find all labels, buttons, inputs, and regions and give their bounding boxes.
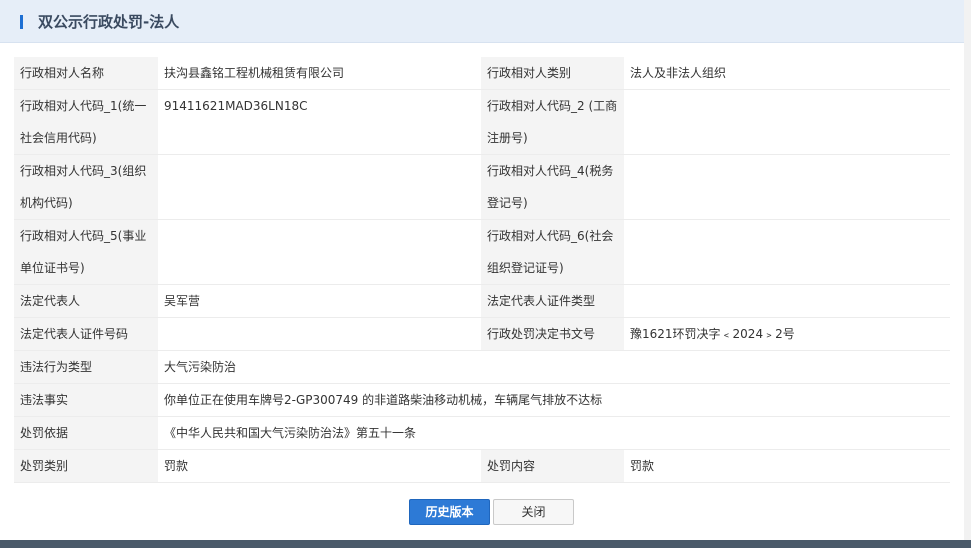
table-row: 行政相对人代码_5(事业单位证书号) 行政相对人代码_6(社会组织登记证号) (14, 219, 950, 285)
info-table: 行政相对人名称 扶沟县鑫铭工程机械租赁有限公司 行政相对人类别 法人及非法人组织… (14, 57, 950, 483)
row-value: 大气污染防治 (158, 350, 950, 384)
row-label: 处罚类别 (14, 449, 158, 483)
row-label: 违法事实 (14, 383, 158, 417)
row-value (624, 89, 950, 155)
right-edge (964, 0, 971, 540)
page-header: 双公示行政处罚-法人 (0, 0, 964, 43)
row-label: 行政相对人代码_3(组织机构代码) (14, 154, 158, 220)
bottom-bar (0, 540, 971, 548)
row-value: 《中华人民共和国大气污染防治法》第五十一条 (158, 416, 950, 450)
row-value (158, 154, 481, 220)
row-value (624, 154, 950, 220)
row-label: 行政相对人代码_6(社会组织登记证号) (481, 219, 624, 285)
row-label: 行政相对人类别 (481, 57, 624, 90)
close-button[interactable]: 关闭 (493, 499, 574, 525)
row-value: 罚款 (624, 449, 950, 483)
row-label: 行政相对人代码_4(税务登记号) (481, 154, 624, 220)
row-label: 法定代表人 (14, 284, 158, 318)
row-value: 豫1621环罚决字﹤2024﹥2号 (624, 317, 950, 351)
table-row: 行政相对人代码_3(组织机构代码) 行政相对人代码_4(税务登记号) (14, 154, 950, 220)
row-value: 你单位正在使用车牌号2-GP300749 的非道路柴油移动机械，车辆尾气排放不达… (158, 383, 950, 417)
table-row: 处罚依据 《中华人民共和国大气污染防治法》第五十一条 (14, 416, 950, 450)
row-value (158, 219, 481, 285)
row-value (624, 219, 950, 285)
page-title: 双公示行政处罚-法人 (38, 13, 180, 31)
row-label: 行政相对人代码_2 (工商注册号) (481, 89, 624, 155)
table-row: 法定代表人 吴军营 法定代表人证件类型 (14, 284, 950, 318)
row-value (624, 284, 950, 318)
row-value: 91411621MAD36LN18C (158, 89, 481, 155)
history-version-button[interactable]: 历史版本 (409, 499, 490, 525)
row-value: 吴军营 (158, 284, 481, 318)
table-row: 违法事实 你单位正在使用车牌号2-GP300749 的非道路柴油移动机械，车辆尾… (14, 383, 950, 417)
row-label: 行政相对人代码_1(统一社会信用代码) (14, 89, 158, 155)
table-row: 违法行为类型 大气污染防治 (14, 350, 950, 384)
table-row: 法定代表人证件号码 行政处罚决定书文号 豫1621环罚决字﹤2024﹥2号 (14, 317, 950, 351)
header-accent-bar (20, 15, 23, 29)
row-label: 处罚依据 (14, 416, 158, 450)
row-label: 法定代表人证件号码 (14, 317, 158, 351)
table-row: 行政相对人名称 扶沟县鑫铭工程机械租赁有限公司 行政相对人类别 法人及非法人组织 (14, 57, 950, 90)
row-label: 处罚内容 (481, 449, 624, 483)
row-label: 法定代表人证件类型 (481, 284, 624, 318)
table-row: 行政相对人代码_1(统一社会信用代码) 91411621MAD36LN18C 行… (14, 89, 950, 155)
action-bar: 历史版本 关闭 (0, 499, 964, 525)
table-row: 处罚类别 罚款 处罚内容 罚款 (14, 449, 950, 483)
row-label: 行政相对人名称 (14, 57, 158, 90)
row-value: 扶沟县鑫铭工程机械租赁有限公司 (158, 57, 481, 90)
row-label: 行政处罚决定书文号 (481, 317, 624, 351)
row-label: 行政相对人代码_5(事业单位证书号) (14, 219, 158, 285)
row-value: 罚款 (158, 449, 481, 483)
row-label: 违法行为类型 (14, 350, 158, 384)
row-value: 法人及非法人组织 (624, 57, 950, 90)
row-value (158, 317, 481, 351)
